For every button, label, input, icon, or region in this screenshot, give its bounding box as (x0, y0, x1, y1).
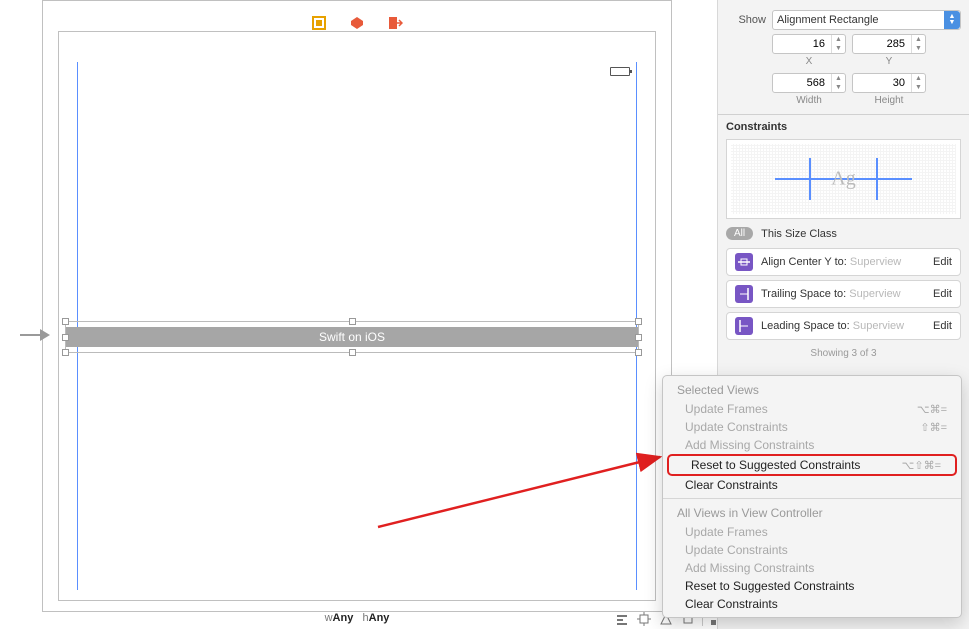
leading-icon (735, 317, 753, 335)
selected-label-element[interactable]: Swift on iOS (62, 318, 642, 356)
constraint-trailing[interactable]: Trailing Space to: Superview Edit (726, 280, 961, 308)
height-input[interactable] (853, 77, 907, 89)
menu-add-missing-all[interactable]: Add Missing Constraints (663, 559, 961, 577)
x-input[interactable] (773, 38, 827, 50)
menu-divider (663, 498, 961, 499)
resize-handle-tl[interactable] (62, 318, 69, 325)
width-sublabel: Width (772, 95, 846, 106)
height-field[interactable]: ▲▼ (852, 73, 926, 93)
first-responder-icon[interactable] (349, 15, 365, 31)
constraint-label: Trailing Space to: Superview (761, 288, 925, 300)
preview-vline-right (876, 158, 878, 200)
width-input[interactable] (773, 77, 827, 89)
preview-ag-text: Ag (831, 168, 855, 191)
constraint-leading[interactable]: Leading Space to: Superview Edit (726, 312, 961, 340)
all-pill[interactable]: All (726, 227, 753, 240)
entry-arrow-icon (20, 323, 52, 347)
width-field[interactable]: ▲▼ (772, 73, 846, 93)
center-y-icon (735, 253, 753, 271)
x-stepper[interactable]: ▲▼ (831, 35, 845, 53)
section-divider (718, 114, 969, 115)
x-sublabel: X (772, 56, 846, 67)
menu-section-header: Selected Views (663, 380, 961, 400)
y-stepper[interactable]: ▲▼ (911, 35, 925, 53)
edit-button[interactable]: Edit (933, 256, 952, 268)
edit-button[interactable]: Edit (933, 288, 952, 300)
align-tool-icon[interactable] (614, 611, 630, 627)
menu-section-header: All Views in View Controller (663, 503, 961, 523)
battery-icon (610, 67, 630, 76)
sizeclass-w-prefix: w (325, 612, 333, 624)
menu-clear-constraints-all[interactable]: Clear Constraints (663, 595, 961, 613)
constraint-center-y[interactable]: Align Center Y to: Superview Edit (726, 248, 961, 276)
menu-update-frames[interactable]: Update Frames⌥⌘= (663, 400, 961, 418)
show-select-value: Alignment Rectangle (777, 14, 879, 26)
showing-text: Showing 3 of 3 (718, 344, 969, 363)
menu-reset-suggested-all[interactable]: Reset to Suggested Constraints (663, 577, 961, 595)
height-sublabel: Height (852, 95, 926, 106)
resize-handle-ml[interactable] (62, 334, 69, 341)
show-label: Show (726, 14, 766, 26)
height-stepper[interactable]: ▲▼ (911, 74, 925, 92)
label-text: Swift on iOS (319, 330, 385, 344)
y-input[interactable] (853, 38, 907, 50)
storyboard-canvas[interactable] (42, 0, 672, 612)
constraint-label: Align Center Y to: Superview (761, 256, 925, 268)
show-select[interactable]: Alignment Rectangle ▲▼ (772, 10, 961, 30)
resize-handle-bc[interactable] (349, 349, 356, 356)
resize-handle-bl[interactable] (62, 349, 69, 356)
menu-update-constraints-all[interactable]: Update Constraints (663, 541, 961, 559)
file-owner-icon[interactable] (311, 15, 327, 31)
menu-clear-constraints[interactable]: Clear Constraints (663, 476, 961, 494)
size-class-row: All This Size Class (718, 223, 969, 244)
trailing-icon (735, 285, 753, 303)
resize-handle-mr[interactable] (635, 334, 642, 341)
constraint-preview[interactable]: Ag (726, 139, 961, 219)
exit-icon[interactable] (387, 15, 403, 31)
resolve-constraints-menu[interactable]: Selected Views Update Frames⌥⌘= Update C… (662, 375, 962, 618)
menu-update-frames-all[interactable]: Update Frames (663, 523, 961, 541)
canvas-toolbar (43, 15, 671, 31)
pin-tool-icon[interactable] (636, 611, 652, 627)
size-class-bar[interactable]: wAny hAny (42, 612, 672, 629)
menu-update-constraints[interactable]: Update Constraints⇧⌘= (663, 418, 961, 436)
constraints-header: Constraints (718, 117, 969, 135)
resize-handle-tc[interactable] (349, 318, 356, 325)
edit-button[interactable]: Edit (933, 320, 952, 332)
preview-vline-left (809, 158, 811, 200)
width-stepper[interactable]: ▲▼ (831, 74, 845, 92)
menu-reset-suggested[interactable]: Reset to Suggested Constraints⌥⇧⌘= (669, 456, 955, 474)
constraint-label: Leading Space to: Superview (761, 320, 925, 332)
y-field[interactable]: ▲▼ (852, 34, 926, 54)
sizeclass-h-value: Any (369, 612, 390, 624)
size-class-text: This Size Class (761, 228, 837, 240)
view-controller-frame[interactable] (58, 31, 656, 601)
resize-handle-tr[interactable] (635, 318, 642, 325)
y-sublabel: Y (852, 56, 926, 67)
resize-handle-br[interactable] (635, 349, 642, 356)
select-arrows-icon: ▲▼ (944, 11, 960, 29)
menu-add-missing[interactable]: Add Missing Constraints (663, 436, 961, 454)
highlighted-box: Reset to Suggested Constraints⌥⇧⌘= (667, 454, 957, 476)
sizeclass-w-value: Any (333, 612, 354, 624)
x-field[interactable]: ▲▼ (772, 34, 846, 54)
label-view[interactable]: Swift on iOS (66, 327, 638, 347)
